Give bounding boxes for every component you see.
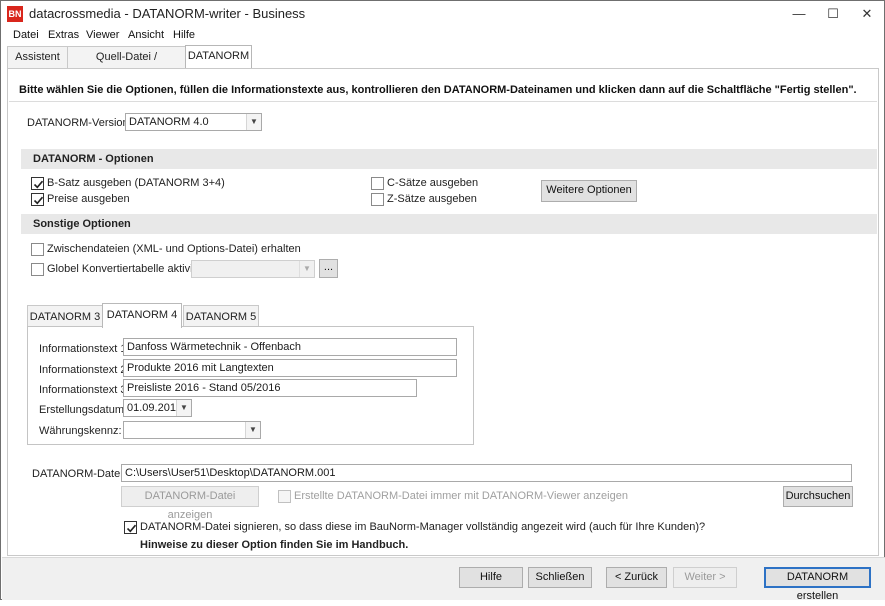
create-datanorm-button[interactable]: DATANORM erstellen	[764, 567, 871, 602]
info-text-2-value: Produkte 2016 mit Langtexten	[127, 362, 274, 374]
checkmark-icon	[126, 524, 137, 533]
info-text-3-input[interactable]: Preisliste 2016 - Stand 05/2016	[123, 379, 417, 397]
sign-hint: Hinweise zu dieser Option finden Sie im …	[140, 539, 409, 551]
chevron-down-icon: ▼	[299, 261, 314, 277]
app-window: BN datacrossmedia - DATANORM-writer - Bu…	[0, 0, 885, 602]
datanorm-options-header: DATANORM - Optionen	[21, 149, 877, 169]
konvertier-browse-button[interactable]: ...	[319, 259, 338, 278]
close-window-button[interactable]: ✕	[850, 1, 884, 27]
viewer-checkbox[interactable]	[278, 490, 291, 503]
app-logo-icon: BN	[7, 6, 23, 22]
chevron-down-icon: ▼	[246, 114, 261, 130]
version-label: DATANORM-Version:	[27, 117, 132, 129]
date-picker[interactable]: 01.09.2016 ▼	[123, 399, 192, 417]
tab-quell-datei[interactable]: Quell-Datei / Zuordnung	[67, 46, 186, 84]
version-value: DATANORM 4.0	[129, 116, 209, 128]
currency-select[interactable]: ▼	[123, 421, 261, 439]
sign-checkbox[interactable]	[124, 521, 137, 534]
main-tab-row: Assistent Quell-Datei / Zuordnung DATANO…	[1, 45, 884, 84]
separator	[9, 101, 877, 102]
file-path-input[interactable]: C:\Users\User51\Desktop\DATANORM.001	[121, 464, 852, 482]
c-saetze-label: C-Sätze ausgeben	[387, 177, 479, 189]
browse-button[interactable]: Durchsuchen	[783, 486, 853, 507]
subtab-datanorm-4[interactable]: DATANORM 4	[102, 303, 182, 328]
maximize-icon: ☐	[827, 6, 839, 21]
zwischendateien-label: Zwischendateien (XML- und Options-Datei)…	[47, 243, 301, 255]
info-text-2-label: Informationstext 2:	[39, 364, 130, 376]
date-label: Erstellungsdatum:	[39, 404, 128, 416]
title-bar: BN datacrossmedia - DATANORM-writer - Bu…	[1, 1, 884, 27]
subtab-datanorm-3[interactable]: DATANORM 3	[27, 305, 103, 328]
info-text-1-input[interactable]: Danfoss Wärmetechnik - Offenbach	[123, 338, 457, 356]
footer-bar	[2, 557, 885, 600]
datanorm-options-title: DATANORM - Optionen	[33, 153, 154, 165]
info-text-3-label: Informationstext 3:	[39, 384, 130, 396]
chevron-down-icon: ▼	[245, 422, 260, 438]
checkmark-icon	[33, 180, 44, 189]
konvertier-checkbox[interactable]	[31, 263, 44, 276]
z-saetze-label: Z-Sätze ausgeben	[387, 193, 477, 205]
info-text-1-label: Informationstext 1:	[39, 343, 130, 355]
subtab-datanorm-5[interactable]: DATANORM 5	[183, 305, 259, 328]
minimize-button[interactable]: —	[782, 1, 816, 27]
other-options-header: Sonstige Optionen	[21, 214, 877, 234]
instruction-text: Bitte wählen Sie die Optionen, füllen di…	[19, 84, 857, 96]
z-saetze-checkbox[interactable]	[371, 193, 384, 206]
sign-label: DATANORM-Datei signieren, so dass diese …	[140, 521, 706, 533]
maximize-button[interactable]: ☐	[816, 1, 850, 27]
window-title: datacrossmedia - DATANORM-writer - Busin…	[29, 6, 306, 21]
menu-extras[interactable]: Extras	[48, 29, 79, 41]
b-satz-checkbox[interactable]	[31, 177, 44, 190]
tab-assistent[interactable]: Assistent	[7, 46, 68, 69]
weitere-optionen-button[interactable]: Weitere Optionen	[541, 180, 637, 202]
back-button[interactable]: < Zurück	[606, 567, 667, 588]
close-button[interactable]: Schließen	[528, 567, 592, 588]
konvertier-select[interactable]: ▼	[191, 260, 315, 278]
currency-label: Währungskennz:	[39, 425, 122, 437]
file-label: DATANORM-Datei:	[32, 468, 126, 480]
menu-ansicht[interactable]: Ansicht	[128, 29, 164, 41]
preise-label: Preise ausgeben	[47, 193, 130, 205]
version-select[interactable]: DATANORM 4.0 ▼	[125, 113, 262, 131]
menu-viewer[interactable]: Viewer	[86, 29, 119, 41]
konvertier-label: Globel Konvertiertabelle aktivieren	[47, 263, 215, 275]
chevron-down-icon: ▼	[176, 400, 191, 416]
preise-checkbox[interactable]	[31, 193, 44, 206]
help-button[interactable]: Hilfe	[459, 567, 523, 588]
b-satz-label: B-Satz ausgeben (DATANORM 3+4)	[47, 177, 225, 189]
zwischendateien-checkbox[interactable]	[31, 243, 44, 256]
menu-hilfe[interactable]: Hilfe	[173, 29, 195, 41]
viewer-label: Erstellte DATANORM-Datei immer mit DATAN…	[294, 490, 628, 502]
other-options-title: Sonstige Optionen	[33, 218, 131, 230]
minimize-icon: —	[792, 6, 806, 21]
menu-bar: Datei Extras Viewer Ansicht Hilfe	[1, 27, 884, 45]
close-icon: ✕	[861, 6, 873, 21]
show-file-button[interactable]: DATANORM-Datei anzeigen	[121, 486, 259, 521]
info-text-3-value: Preisliste 2016 - Stand 05/2016	[127, 382, 281, 394]
tab-datanorm[interactable]: DATANORM	[185, 45, 252, 70]
file-path-value: C:\Users\User51\Desktop\DATANORM.001	[125, 467, 336, 479]
c-saetze-checkbox[interactable]	[371, 177, 384, 190]
info-text-1-value: Danfoss Wärmetechnik - Offenbach	[127, 341, 302, 353]
next-button[interactable]: Weiter >	[673, 567, 737, 588]
date-value: 01.09.2016	[127, 402, 183, 414]
checkmark-icon	[33, 196, 44, 205]
menu-datei[interactable]: Datei	[13, 29, 39, 41]
info-text-2-input[interactable]: Produkte 2016 mit Langtexten	[123, 359, 457, 377]
